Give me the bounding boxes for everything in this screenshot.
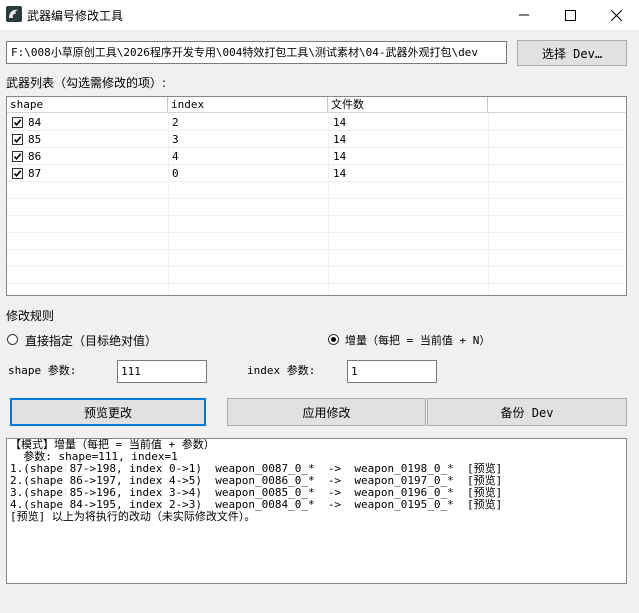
table-row bbox=[7, 250, 626, 267]
select-dev-label: 选择 Dev… bbox=[541, 46, 603, 61]
close-icon bbox=[610, 9, 622, 21]
table-row bbox=[7, 267, 626, 284]
check-icon bbox=[13, 153, 22, 161]
cell-index: 2 bbox=[172, 116, 179, 129]
check-icon bbox=[13, 136, 22, 144]
cell-shape: 87 bbox=[28, 167, 42, 180]
table-row[interactable]: 84 2 14 bbox=[7, 114, 626, 131]
column-header-index[interactable]: index bbox=[168, 97, 328, 113]
dragon-app-icon bbox=[6, 6, 22, 22]
apply-button[interactable]: 应用修改 bbox=[227, 398, 426, 426]
cell-index: 0 bbox=[172, 167, 179, 180]
window-title: 武器编号修改工具 bbox=[27, 9, 124, 23]
preview-button[interactable]: 预览更改 bbox=[10, 398, 206, 426]
table-row[interactable]: 87 0 14 bbox=[7, 165, 626, 182]
weapon-list-label: 武器列表（勾选需修改的项）: bbox=[6, 76, 167, 90]
row-checkbox[interactable] bbox=[12, 151, 23, 162]
radio-direct-label[interactable]: 直接指定（目标绝对值） bbox=[25, 332, 157, 349]
row-checkbox[interactable] bbox=[12, 117, 23, 128]
column-header-files[interactable]: 文件数 bbox=[328, 97, 488, 113]
apply-label: 应用修改 bbox=[302, 405, 351, 420]
table-row[interactable]: 85 3 14 bbox=[7, 131, 626, 148]
close-button[interactable] bbox=[593, 0, 639, 30]
index-param-input[interactable]: 1 bbox=[347, 360, 437, 383]
cell-shape: 85 bbox=[28, 133, 42, 146]
select-dev-button[interactable]: 选择 Dev… bbox=[517, 40, 627, 66]
title-bar: 武器编号修改工具 bbox=[0, 0, 639, 30]
radio-increment[interactable] bbox=[328, 334, 339, 345]
table-row[interactable]: 86 4 14 bbox=[7, 148, 626, 165]
column-header-shape[interactable]: shape bbox=[7, 97, 168, 113]
log-lines: 【模式】增量（每把 = 当前值 + 参数） 参数: shape=111, ind… bbox=[10, 439, 623, 523]
row-checkbox[interactable] bbox=[12, 168, 23, 179]
shape-param-input[interactable]: 111 bbox=[117, 360, 207, 383]
rules-label: 修改规则 bbox=[6, 309, 55, 323]
backup-dev-button[interactable]: 备份 Dev bbox=[427, 398, 627, 426]
minimize-icon bbox=[519, 14, 529, 16]
table-row bbox=[7, 216, 626, 233]
table-row bbox=[7, 182, 626, 199]
shape-param-label: shape 参数: bbox=[8, 364, 77, 377]
log-output[interactable]: 【模式】增量（每把 = 当前值 + 参数） 参数: shape=111, ind… bbox=[6, 438, 627, 584]
cell-shape: 86 bbox=[28, 150, 42, 163]
row-checkbox[interactable] bbox=[12, 134, 23, 145]
column-header-empty bbox=[488, 97, 626, 113]
maximize-button[interactable] bbox=[547, 0, 593, 30]
cell-index: 4 bbox=[172, 150, 179, 163]
cell-files: 14 bbox=[333, 133, 347, 146]
dev-path-input[interactable]: F:\008小草原创工具\2026程序开发专用\004特效打包工具\测试素材\0… bbox=[6, 41, 507, 64]
cell-files: 14 bbox=[333, 116, 347, 129]
minimize-button[interactable] bbox=[501, 0, 547, 30]
backup-dev-label: 备份 Dev bbox=[500, 405, 554, 420]
table-row bbox=[7, 199, 626, 216]
log-line: [预览] 以上为将执行的改动（未实际修改文件）。 bbox=[10, 510, 256, 523]
index-param-label: index 参数: bbox=[247, 364, 316, 377]
radio-increment-label[interactable]: 增量（每把 = 当前值 + N） bbox=[345, 332, 490, 348]
check-icon bbox=[13, 119, 22, 127]
preview-label: 预览更改 bbox=[83, 405, 132, 420]
cell-shape: 84 bbox=[28, 116, 42, 129]
check-icon bbox=[13, 170, 22, 178]
list-header: shape index 文件数 bbox=[7, 97, 626, 113]
radio-direct[interactable] bbox=[7, 334, 18, 345]
weapon-list[interactable]: shape index 文件数 84 2 14 85 3 14 86 4 14 87 0 14 bbox=[6, 96, 627, 296]
cell-files: 14 bbox=[333, 150, 347, 163]
maximize-icon bbox=[564, 9, 576, 21]
table-row bbox=[7, 233, 626, 250]
cell-files: 14 bbox=[333, 167, 347, 180]
cell-index: 3 bbox=[172, 133, 179, 146]
